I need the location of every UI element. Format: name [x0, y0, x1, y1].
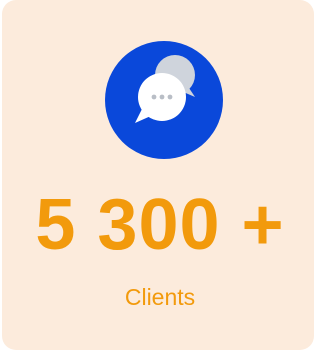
icon-badge: [105, 41, 223, 159]
stat-card: 5 300 + Clients: [2, 0, 314, 350]
stat-label: Clients: [124, 284, 196, 310]
chat-bubbles-icon: [135, 55, 195, 123]
stat-value: 5 300 +: [35, 185, 285, 265]
